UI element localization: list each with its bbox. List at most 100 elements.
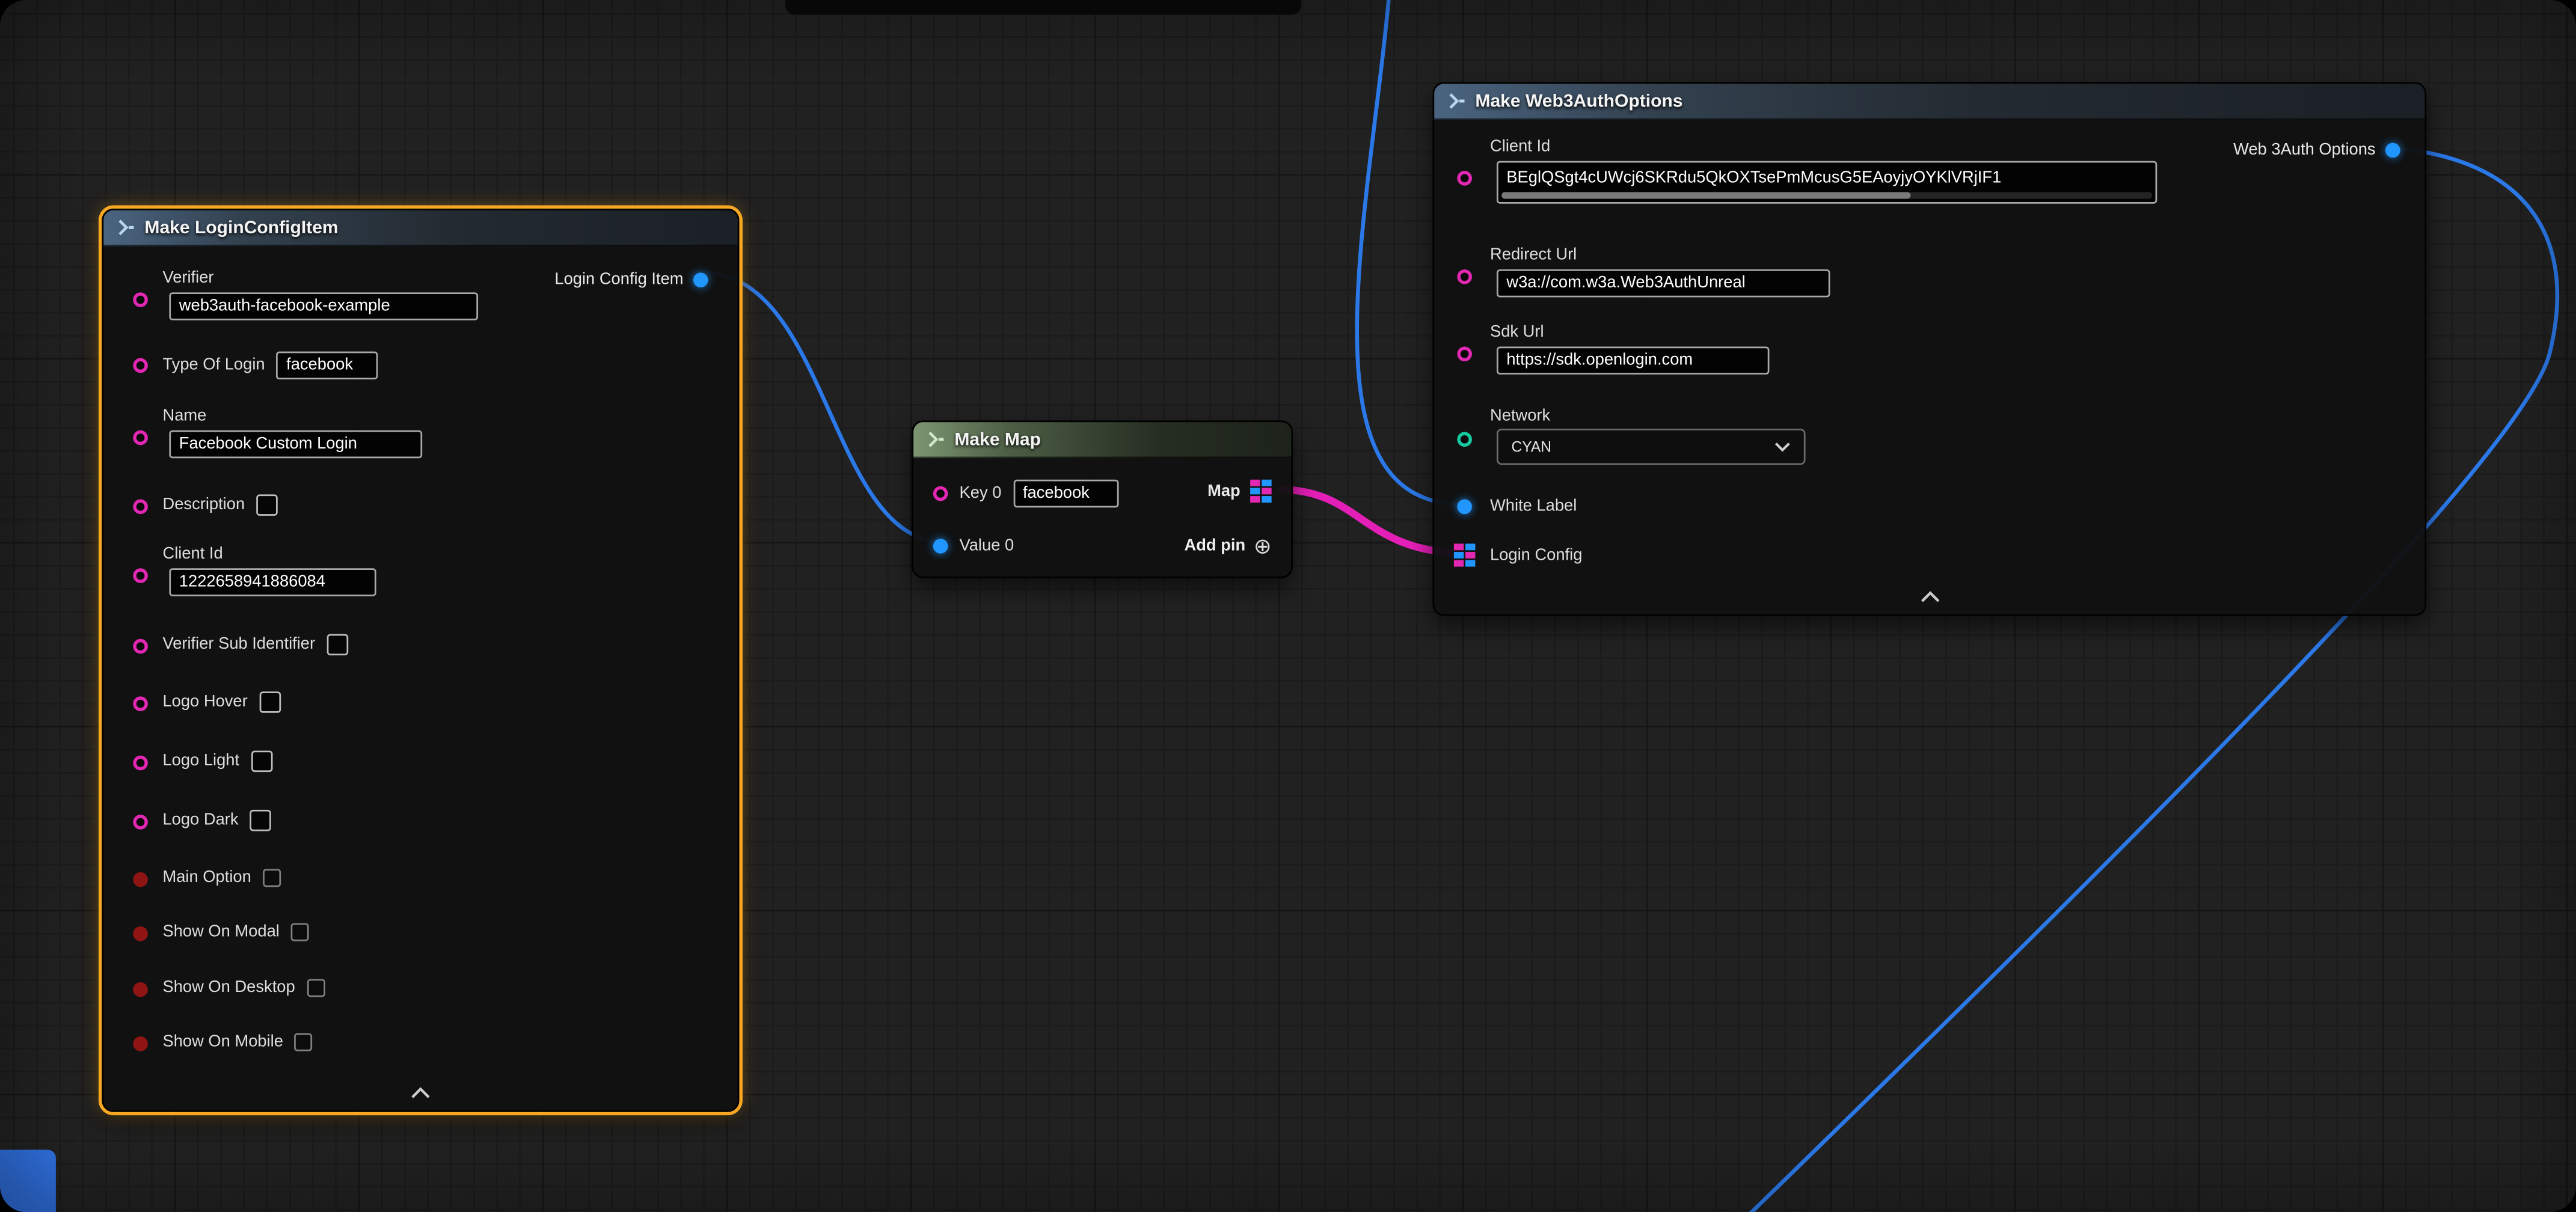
bool-pin-show-on-modal[interactable] (133, 926, 148, 941)
pin-row: Show On Mobile (162, 1028, 313, 1056)
output-row: Web 3Auth Options (2233, 136, 2400, 163)
pin-label: Value 0 (960, 537, 1014, 555)
string-pin-verifier-sub-identifier[interactable] (133, 639, 148, 654)
top-edge-notch (785, 0, 1301, 15)
output-pin-login-config-item[interactable] (693, 272, 708, 287)
verifier-sub-identifier-input[interactable] (327, 634, 348, 656)
pin-label: Logo Hover (162, 693, 247, 711)
pin-label: Logo Light (162, 752, 239, 770)
client-id-input[interactable]: BEglQSgt4cUWcj6SKRdu5QkOXTsePmMcusG5EAoy… (1497, 161, 2157, 204)
string-pin-verifier[interactable] (133, 292, 148, 307)
bottom-left-accent (0, 1149, 56, 1212)
wire-loginconfigitem-to-value0 (707, 273, 945, 542)
string-pin-type-of-login[interactable] (133, 358, 148, 373)
string-pin-description[interactable] (133, 500, 148, 515)
collapse-chevron-icon[interactable] (1915, 590, 1944, 605)
pin-row: Login Config (1490, 542, 1582, 570)
logo-hover-input[interactable] (259, 691, 281, 713)
logo-dark-input[interactable] (250, 810, 272, 831)
pin-row: Show On Desktop (162, 974, 324, 1002)
client-id-value: BEglQSgt4cUWcj6SKRdu5QkOXTsePmMcusG5EAoy… (1506, 169, 2001, 187)
value-pin-row: Value 0 (933, 532, 1014, 560)
node-title: Make Map (954, 429, 1041, 449)
client-id-input[interactable]: 1222658941886084 (169, 568, 376, 596)
object-pin-value-0[interactable] (933, 539, 948, 554)
network-selected-value: CYAN (1512, 438, 1552, 454)
pin-label: Verifier (162, 269, 213, 287)
add-pin-button[interactable]: Add pin ⊕ (1185, 532, 1272, 559)
pin-label: Sdk Url (1490, 323, 1544, 341)
output-pin-label: Login Config Item (554, 270, 683, 288)
add-pin-label: Add pin (1185, 536, 1246, 554)
key-0-input[interactable]: facebook (1013, 480, 1118, 507)
string-pin-redirect-url[interactable] (1457, 269, 1472, 284)
pin-row: Type Of Login facebook (162, 352, 378, 379)
string-pin-name[interactable] (133, 430, 148, 445)
bool-pin-show-on-mobile[interactable] (133, 1036, 148, 1051)
string-pin-logo-hover[interactable] (133, 696, 148, 711)
output-row: Login Config Item (554, 266, 708, 293)
pin-label: Key 0 (960, 485, 1002, 503)
string-pin-logo-light[interactable] (133, 756, 148, 771)
pin-row: Show On Modal (162, 918, 309, 946)
pin-label: Name (162, 408, 206, 426)
pin-row: Logo Light (162, 747, 272, 775)
scrollbar-thumb[interactable] (1501, 192, 1912, 199)
pin-row: Logo Hover (162, 688, 280, 716)
show-on-modal-checkbox[interactable] (291, 923, 309, 941)
string-pin-client-id[interactable] (1457, 171, 1472, 186)
map-output-label: Map (1207, 482, 1240, 500)
pin-row: Main Option (162, 864, 280, 892)
name-input[interactable]: Facebook Custom Login (169, 430, 422, 458)
string-pin-logo-dark[interactable] (133, 815, 148, 830)
pin-label: Main Option (162, 869, 251, 887)
node-header[interactable]: Make Web3AuthOptions (1434, 84, 2424, 120)
redirect-url-input[interactable]: w3a://com.w3a.Web3AuthUnreal (1497, 269, 1830, 297)
make-struct-icon (117, 218, 135, 236)
graph-grid-background[interactable]: Make LoginConfigItem Login Config Item V… (0, 0, 2576, 1212)
map-output-row: Map (1207, 478, 1272, 504)
description-input[interactable] (256, 494, 278, 516)
node-make-map[interactable]: Make Map Key 0 facebook Map Value 0 Add … (912, 420, 1293, 578)
blueprint-graph-viewport[interactable]: Make LoginConfigItem Login Config Item V… (0, 0, 2576, 1212)
bool-pin-main-option[interactable] (133, 872, 148, 887)
node-title: Make Web3AuthOptions (1475, 91, 1682, 111)
pin-label: Description (162, 496, 245, 514)
pin-row: Description (162, 491, 277, 519)
pin-label: Type Of Login (162, 357, 265, 375)
make-map-icon (927, 430, 945, 448)
network-dropdown[interactable]: CYAN (1497, 429, 1806, 465)
node-header[interactable]: Make Map (913, 422, 1291, 458)
node-make-loginconfigitem[interactable]: Make LoginConfigItem Login Config Item V… (102, 209, 739, 1112)
collapse-chevron-icon[interactable] (406, 1086, 435, 1101)
output-pin-web3auth-options[interactable] (2385, 142, 2400, 157)
sdk-url-input[interactable]: https://sdk.openlogin.com (1497, 346, 1770, 374)
show-on-desktop-checkbox[interactable] (307, 979, 325, 997)
input-scrollbar[interactable] (1501, 192, 2152, 199)
pin-label: Show On Desktop (162, 979, 295, 997)
map-pin-login-config[interactable] (1454, 543, 1476, 566)
node-title: Make LoginConfigItem (144, 218, 338, 237)
main-option-checkbox[interactable] (263, 869, 281, 887)
type-of-login-input[interactable]: facebook (277, 352, 378, 379)
logo-light-input[interactable] (251, 751, 272, 773)
show-on-mobile-checkbox[interactable] (295, 1033, 313, 1051)
pin-label: Verifier Sub Identifier (162, 635, 315, 653)
string-pin-client-id[interactable] (133, 568, 148, 583)
string-pin-sdk-url[interactable] (1457, 346, 1472, 361)
pin-row: Verifier Sub Identifier (162, 631, 348, 658)
enum-pin-network[interactable] (1457, 432, 1472, 447)
bool-pin-show-on-desktop[interactable] (133, 982, 148, 997)
make-struct-icon (1447, 92, 1465, 110)
verifier-input[interactable]: web3auth-facebook-example (169, 292, 478, 320)
pin-label: Logo Dark (162, 812, 238, 830)
plus-circle-icon: ⊕ (1254, 534, 1272, 556)
pin-label: Client Id (1490, 138, 1550, 156)
string-pin-key-0[interactable] (933, 486, 948, 501)
node-header[interactable]: Make LoginConfigItem (103, 210, 738, 246)
pin-label: Redirect Url (1490, 246, 1577, 265)
object-pin-white-label[interactable] (1457, 500, 1472, 515)
node-make-web3authoptions[interactable]: Make Web3AuthOptions Web 3Auth Options C… (1432, 82, 2426, 616)
map-container-pin[interactable] (1250, 480, 1272, 503)
pin-label: Login Config (1490, 547, 1582, 565)
